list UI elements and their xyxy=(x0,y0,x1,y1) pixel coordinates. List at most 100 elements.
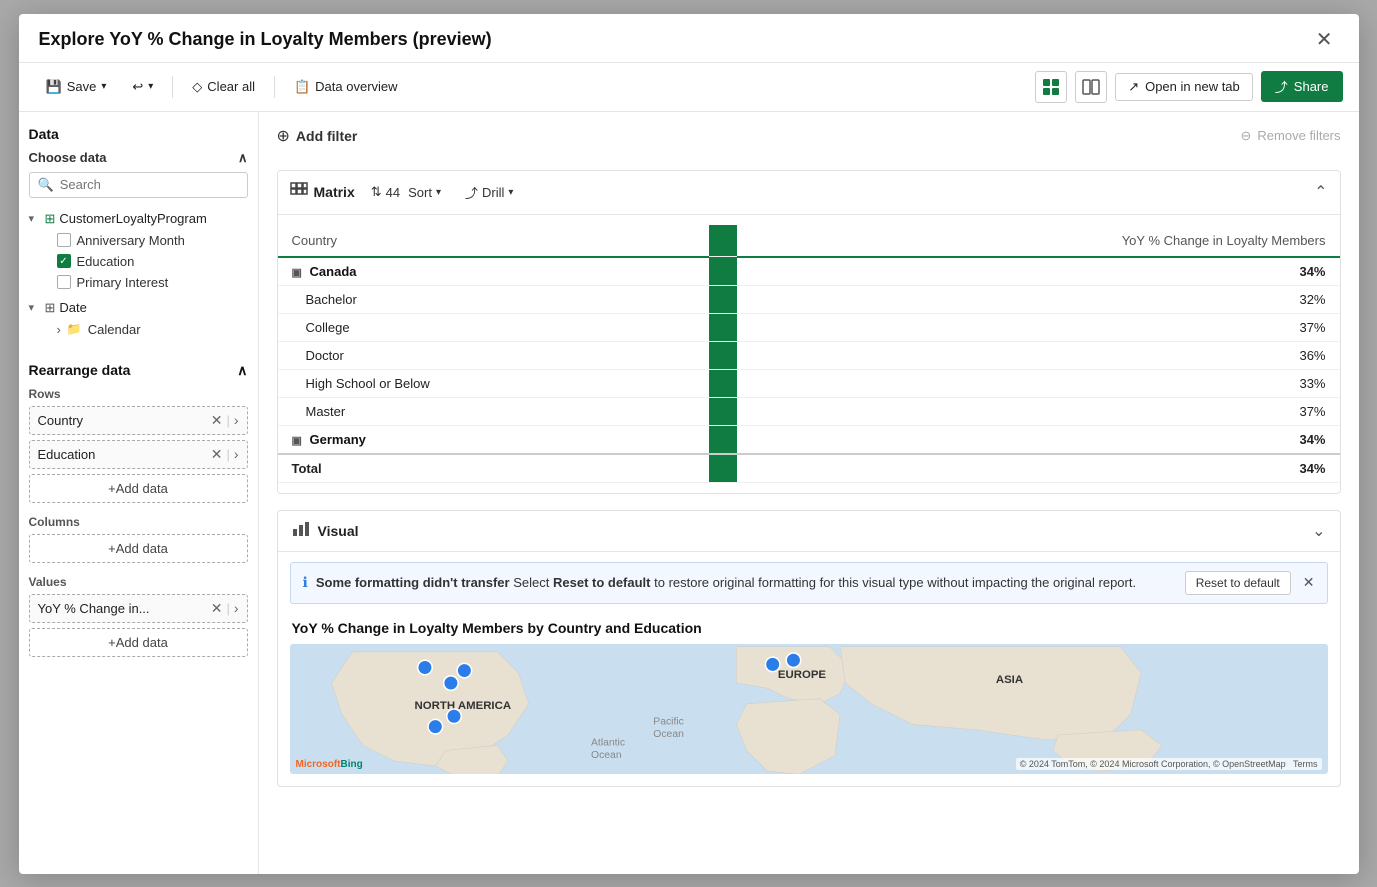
visual-panel-header: Visual ⌄ xyxy=(278,511,1340,552)
child-value: 36% xyxy=(737,341,1339,369)
caret-icon: ▾ xyxy=(29,212,41,225)
separator: | xyxy=(226,601,229,616)
map-svg: NORTH AMERICA EUROPE ASIA Pacific Ocean … xyxy=(290,644,1328,774)
col-value-header: YoY % Change in Loyalty Members xyxy=(737,225,1339,257)
info-bar-close-button[interactable]: ✕ xyxy=(1303,574,1315,591)
anniversary-month-checkbox[interactable] xyxy=(57,233,71,247)
share-button[interactable]: ⤴ Share xyxy=(1261,71,1343,102)
map-dot xyxy=(417,660,432,675)
table-row[interactable]: Doctor 36% xyxy=(278,341,1340,369)
caret-calendar: › xyxy=(57,322,61,337)
rearrange-data-section: Rearrange data ∧ Rows Country ✕ | › Educ… xyxy=(29,362,248,661)
table-row[interactable]: Bachelor 32% xyxy=(278,285,1340,313)
col-country-header: Country xyxy=(278,225,710,257)
chart-title: YoY % Change in Loyalty Members by Count… xyxy=(278,614,1340,644)
clear-button[interactable]: ◇ Clear all xyxy=(181,73,266,101)
undo-dropdown-icon: ▾ xyxy=(148,81,153,92)
modal-title: Explore YoY % Change in Loyalty Members … xyxy=(39,29,492,50)
add-filter-button[interactable]: ⊕ Visual Add filter xyxy=(277,126,358,146)
more-country-btn[interactable]: › xyxy=(234,412,239,428)
tree-item-customerloyaltyprogram[interactable]: ▾ ⊞ CustomerLoyaltyProgram xyxy=(29,208,248,230)
matrix-collapse-button[interactable]: ⌃ xyxy=(1314,182,1327,202)
reset-to-default-button[interactable]: Reset to default xyxy=(1185,571,1291,595)
map-attribution: © 2024 TomTom, © 2024 Microsoft Corporat… xyxy=(1016,758,1322,770)
add-filter-bar: ⊕ Visual Add filter ⊖ Remove filters xyxy=(277,126,1341,154)
matrix-panel-toolbar: Matrix ⇅ 44 Sort ▾ ⤴ Drill ▾ xyxy=(278,171,1340,215)
tree-child-anniversary-month[interactable]: Anniversary Month xyxy=(57,230,248,251)
save-button[interactable]: 💾 Save ▾ xyxy=(35,73,118,101)
country-value: 34% xyxy=(737,257,1339,286)
separator: | xyxy=(226,413,229,428)
map-dot xyxy=(457,663,472,678)
save-dropdown-icon: ▾ xyxy=(101,81,106,92)
tree-child-education[interactable]: ✓ Education xyxy=(57,251,248,272)
total-label: Total xyxy=(278,454,710,483)
europe-label: EUROPE xyxy=(777,668,826,680)
toolbar-separator xyxy=(172,76,173,98)
rows-add-data-button[interactable]: +Add data xyxy=(29,474,248,503)
modal-header: Explore YoY % Change in Loyalty Members … xyxy=(19,14,1359,63)
drill-button[interactable]: ⤴ Drill ▾ xyxy=(457,179,521,206)
explore-modal: Explore YoY % Change in Loyalty Members … xyxy=(19,14,1359,874)
child-label: Doctor xyxy=(278,341,710,369)
more-yoy-btn[interactable]: › xyxy=(234,600,239,616)
table-icon: ⊞ xyxy=(45,211,56,227)
share-icon: ⤴ xyxy=(1275,77,1288,96)
child-value: 37% xyxy=(737,397,1339,425)
search-box: 🔍 xyxy=(29,172,248,198)
tree-child-calendar[interactable]: › 📁 Calendar xyxy=(57,319,248,340)
separator: | xyxy=(226,447,229,462)
sidebar: Data Choose data ∧ 🔍 ▾ xyxy=(19,112,259,874)
table-row[interactable]: ▣ Canada 34% xyxy=(278,257,1340,286)
undo-button[interactable]: ↩ ▾ xyxy=(121,73,164,101)
rows-education-pill: Education ✕ | › xyxy=(29,440,248,469)
expand-icon: ▣ xyxy=(292,267,302,279)
education-checkbox[interactable]: ✓ xyxy=(57,254,71,268)
columns-add-data-button[interactable]: +Add data xyxy=(29,534,248,563)
open-new-tab-button[interactable]: ↗ Open in new tab xyxy=(1115,73,1253,101)
remove-filters-button[interactable]: ⊖ Remove filters xyxy=(1241,128,1341,144)
info-bar: ℹ Some formatting didn't transfer Select… xyxy=(290,562,1328,604)
collapse-choose-data-icon[interactable]: ∧ xyxy=(238,150,248,166)
search-input[interactable] xyxy=(60,177,239,192)
filter-icon: ⊕ xyxy=(277,126,290,146)
toolbar: 💾 Save ▾ ↩ ▾ ◇ Clear all 📋 Data overview xyxy=(19,63,1359,112)
info-icon: ℹ xyxy=(303,574,308,591)
clear-icon: ◇ xyxy=(192,79,202,95)
table-row[interactable]: College 37% xyxy=(278,313,1340,341)
remove-education-btn[interactable]: ✕ xyxy=(211,446,223,463)
more-education-btn[interactable]: › xyxy=(234,446,239,462)
toolbar-right: ↗ Open in new tab ⤴ Share xyxy=(1035,71,1342,103)
visual-collapse-button[interactable]: ⌄ xyxy=(1312,521,1325,541)
primary-interest-checkbox[interactable] xyxy=(57,275,71,289)
tree-item-date[interactable]: ▾ ⊞ Date xyxy=(29,297,248,319)
child-value: 37% xyxy=(737,313,1339,341)
table-row[interactable]: ▣ Germany 34% xyxy=(278,425,1340,454)
matrix-icon xyxy=(290,182,308,203)
collapse-rearrange-icon[interactable]: ∧ xyxy=(237,362,247,379)
sort-button[interactable]: ⇅ 44 Sort ▾ xyxy=(363,180,449,204)
table-row[interactable]: Master 37% xyxy=(278,397,1340,425)
choose-data-section: Data Choose data ∧ 🔍 ▾ xyxy=(29,126,248,340)
columns-label: Columns xyxy=(29,515,248,529)
atlantic-ocean-label2: Ocean xyxy=(591,749,622,760)
values-add-data-button[interactable]: +Add data xyxy=(29,628,248,657)
close-button[interactable]: ✕ xyxy=(1310,28,1339,52)
pill-actions-yoy: ✕ | › xyxy=(211,600,239,617)
view-toggle-button-1[interactable] xyxy=(1035,71,1067,103)
remove-filter-icon: ⊖ xyxy=(1241,128,1252,144)
tree-child-primary-interest[interactable]: Primary Interest xyxy=(57,272,248,293)
pacific-ocean-label: Pacific xyxy=(653,716,684,727)
expand-icon: ▣ xyxy=(292,435,302,447)
main-content: ⊕ Visual Add filter ⊖ Remove filters xyxy=(259,112,1359,874)
table-row[interactable]: High School or Below 33% xyxy=(278,369,1340,397)
sort-icon: ⇅ xyxy=(371,184,382,200)
split-view-icon xyxy=(1082,78,1100,96)
col-divider xyxy=(709,225,737,257)
caret-icon: ▾ xyxy=(29,301,41,314)
remove-country-btn[interactable]: ✕ xyxy=(211,412,223,429)
remove-yoy-btn[interactable]: ✕ xyxy=(211,600,223,617)
data-tree: ▾ ⊞ CustomerLoyaltyProgram Anniversary M… xyxy=(29,208,248,340)
view-toggle-button-2[interactable] xyxy=(1075,71,1107,103)
data-overview-button[interactable]: 📋 Data overview xyxy=(283,73,409,101)
